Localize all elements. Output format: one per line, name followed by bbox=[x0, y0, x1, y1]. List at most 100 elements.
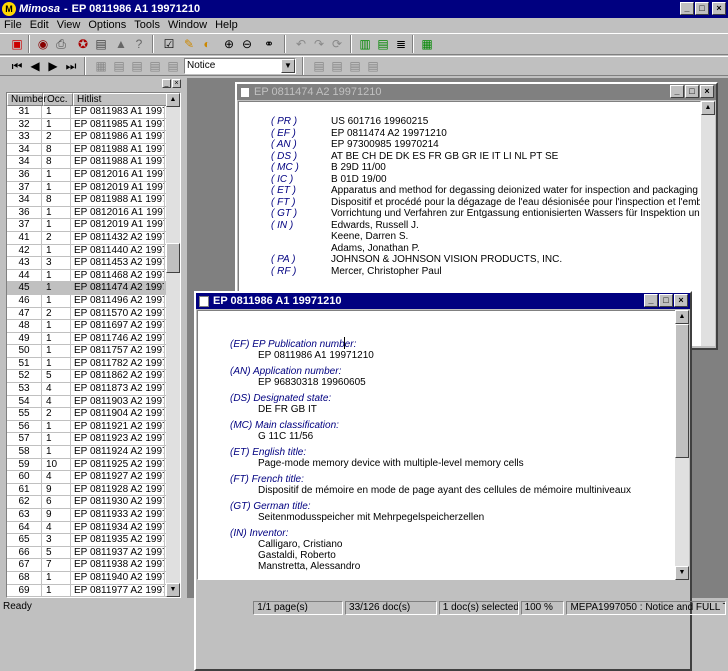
view-mode-select[interactable]: Notice ▼ bbox=[184, 58, 296, 74]
scroll-thumb[interactable] bbox=[166, 243, 180, 273]
hitlist-row[interactable]: 461EP 0811496 A2 1997121 bbox=[7, 294, 180, 308]
search-db-icon[interactable]: ◉ bbox=[34, 35, 52, 53]
hitlist-row[interactable]: 472EP 0811570 A2 1997121 bbox=[7, 307, 180, 321]
previous-record-icon[interactable]: ◀ bbox=[26, 57, 44, 75]
hitlist-row[interactable]: 5910EP 0811925 A2 1997121 bbox=[7, 458, 180, 472]
bookmark-icon[interactable]: ▲ bbox=[112, 35, 130, 53]
mimosa-app-icon[interactable]: M bbox=[2, 2, 16, 16]
zoom-in-icon[interactable]: ⊕ bbox=[220, 35, 238, 53]
minimize-button[interactable]: _ bbox=[680, 2, 694, 15]
menu-view[interactable]: View bbox=[53, 19, 85, 31]
hitlist-row[interactable]: 311EP 0811983 A1 1997121 bbox=[7, 106, 180, 119]
hitlist-row[interactable]: 371EP 0812019 A1 1997121 bbox=[7, 219, 180, 232]
binoculars-icon[interactable]: ⚭ bbox=[260, 35, 278, 53]
hitlist-scrollbar[interactable]: ▲ ▼ bbox=[166, 93, 180, 597]
first-record-icon[interactable]: ⏮ bbox=[8, 57, 26, 75]
hitlist-row[interactable]: 665EP 0811937 A2 1997121 bbox=[7, 546, 180, 560]
hitlist-row[interactable]: 644EP 0811934 A2 1997121 bbox=[7, 521, 180, 535]
hitlist-row[interactable]: 677EP 0811938 A2 1997121 bbox=[7, 559, 180, 572]
page-first-icon[interactable]: ▤ bbox=[110, 57, 128, 75]
menu-file[interactable]: File bbox=[0, 19, 26, 31]
doc2-maximize-button[interactable]: □ bbox=[659, 294, 673, 307]
hitlist-row[interactable]: 639EP 0811933 A2 1997121 bbox=[7, 509, 180, 522]
hitlist-row[interactable]: 451EP 0811474 A2 1997121 bbox=[7, 282, 180, 295]
list-icon[interactable]: ≣ bbox=[392, 35, 410, 53]
page-next-icon[interactable]: ▤ bbox=[128, 57, 146, 75]
doc1-title-bar[interactable]: EP 0811474 A2 19971210 _ □ × bbox=[237, 84, 716, 100]
last-record-icon[interactable]: ⏭ bbox=[62, 57, 80, 75]
hitlist-row[interactable]: 681EP 0811940 A2 1997121 bbox=[7, 571, 180, 585]
column-number-header[interactable]: Number bbox=[7, 93, 47, 106]
page-icon[interactable]: ▦ bbox=[92, 57, 110, 75]
hitlist-row[interactable]: 348EP 0811988 A1 1997121 bbox=[7, 156, 180, 169]
doc1-scrollbar[interactable]: ▲ bbox=[701, 101, 715, 346]
panel-minimize-button[interactable]: _ bbox=[162, 79, 171, 88]
format-3-icon[interactable]: ▤ bbox=[346, 57, 364, 75]
print-icon[interactable]: ⎙ bbox=[52, 35, 70, 53]
next-record-icon[interactable]: ▶ bbox=[44, 57, 62, 75]
refresh-icon[interactable]: ⟳ bbox=[328, 35, 346, 53]
doc1-close-button[interactable]: × bbox=[700, 85, 714, 98]
doc2-scrollbar[interactable]: ▲ ▼ bbox=[675, 310, 689, 580]
binoculars-red-icon[interactable]: ✪ bbox=[74, 35, 92, 53]
hitlist-row[interactable]: 691EP 0811977 A2 1997121 bbox=[7, 584, 180, 597]
hitlist-row[interactable]: 441EP 0811468 A2 1997121 bbox=[7, 269, 180, 283]
menu-help[interactable]: Help bbox=[211, 19, 242, 31]
column-occ-header[interactable]: Occ. bbox=[43, 93, 73, 106]
menu-options[interactable]: Options bbox=[84, 19, 130, 31]
hitlist-row[interactable]: 552EP 0811904 A2 1997121 bbox=[7, 408, 180, 421]
export-icon[interactable]: ▦ bbox=[418, 35, 436, 53]
hitlist-row[interactable]: 421EP 0811440 A2 1997121 bbox=[7, 244, 180, 258]
doc2-content[interactable]: (EF) EP Publication number: EP 0811986 A1… bbox=[197, 310, 677, 580]
hitlist-row[interactable]: 525EP 0811862 A2 1997121 bbox=[7, 370, 180, 384]
cascade-icon[interactable]: ▤ bbox=[374, 35, 392, 53]
hitlist-row[interactable]: 653EP 0811935 A2 1997121 bbox=[7, 534, 180, 547]
doc1-minimize-button[interactable]: _ bbox=[670, 85, 684, 98]
hitlist-row[interactable]: 501EP 0811757 A2 1997121 bbox=[7, 345, 180, 358]
scroll-up-icon[interactable]: ▲ bbox=[166, 93, 180, 107]
hitlist-row[interactable]: 581EP 0811924 A2 1997121 bbox=[7, 446, 180, 459]
close-button[interactable]: × bbox=[712, 2, 726, 15]
menu-window[interactable]: Window bbox=[164, 19, 211, 31]
preview-icon[interactable]: ▤ bbox=[92, 35, 110, 53]
highlight-icon[interactable]: ◐ bbox=[198, 35, 216, 53]
hitlist-row[interactable]: 534EP 0811873 A2 1997121 bbox=[7, 383, 180, 396]
redo-icon[interactable]: ↷ bbox=[310, 35, 328, 53]
format-4-icon[interactable]: ▤ bbox=[364, 57, 382, 75]
hitlist-row[interactable]: 511EP 0811782 A2 1997121 bbox=[7, 357, 180, 371]
doc2-title-bar[interactable]: EP 0811986 A1 19971210 _ □ × bbox=[196, 293, 690, 309]
open-icon[interactable]: ▣ bbox=[8, 35, 26, 53]
menu-edit[interactable]: Edit bbox=[26, 19, 53, 31]
hitlist-row[interactable]: 348EP 0811988 A1 1997121 bbox=[7, 194, 180, 207]
zoom-out-icon[interactable]: ⊖ bbox=[238, 35, 256, 53]
hitlist-row[interactable]: 561EP 0811921 A2 1997121 bbox=[7, 420, 180, 434]
hitlist-row[interactable]: 544EP 0811903 A2 1997121 bbox=[7, 395, 180, 409]
undo-icon[interactable]: ↶ bbox=[292, 35, 310, 53]
doc2-close-button[interactable]: × bbox=[674, 294, 688, 307]
scroll-down-icon[interactable]: ▼ bbox=[166, 583, 180, 597]
column-hitlist-header[interactable]: Hitlist bbox=[73, 93, 168, 106]
scroll-down-icon[interactable]: ▼ bbox=[675, 566, 689, 580]
pencil-icon[interactable]: ✎ bbox=[180, 35, 198, 53]
hitlist-row[interactable]: 491EP 0811746 A2 1997121 bbox=[7, 332, 180, 346]
hitlist-row[interactable]: 361EP 0812016 A1 1997121 bbox=[7, 206, 180, 220]
hitlist-row[interactable]: 321EP 0811985 A1 1997121 bbox=[7, 118, 180, 132]
page-all-icon[interactable]: ▤ bbox=[164, 57, 182, 75]
hitlist-row[interactable]: 348EP 0811988 A1 1997121 bbox=[7, 143, 180, 157]
chevron-down-icon[interactable]: ▼ bbox=[281, 59, 295, 73]
hitlist-row[interactable]: 412EP 0811432 A2 1997121 bbox=[7, 231, 180, 245]
menu-tools[interactable]: Tools bbox=[130, 19, 164, 31]
hitlist-row[interactable]: 361EP 0812016 A1 1997121 bbox=[7, 168, 180, 182]
format-1-icon[interactable]: ▤ bbox=[310, 57, 328, 75]
doc2-minimize-button[interactable]: _ bbox=[644, 294, 658, 307]
scroll-up-icon[interactable]: ▲ bbox=[675, 310, 689, 324]
format-2-icon[interactable]: ▤ bbox=[328, 57, 346, 75]
hitlist-row[interactable]: 371EP 0812019 A1 1997121 bbox=[7, 181, 180, 195]
hitlist-row[interactable]: 626EP 0811930 A2 1997121 bbox=[7, 496, 180, 509]
doc1-maximize-button[interactable]: □ bbox=[685, 85, 699, 98]
hitlist-row[interactable]: 571EP 0811923 A2 1997121 bbox=[7, 433, 180, 447]
help-pointer-icon[interactable]: ? bbox=[130, 35, 148, 53]
hitlist-row[interactable]: 481EP 0811697 A2 1997121 bbox=[7, 320, 180, 333]
maximize-button[interactable]: □ bbox=[695, 2, 709, 15]
hitlist-row[interactable]: 332EP 0811986 A1 1997121 bbox=[7, 131, 180, 144]
